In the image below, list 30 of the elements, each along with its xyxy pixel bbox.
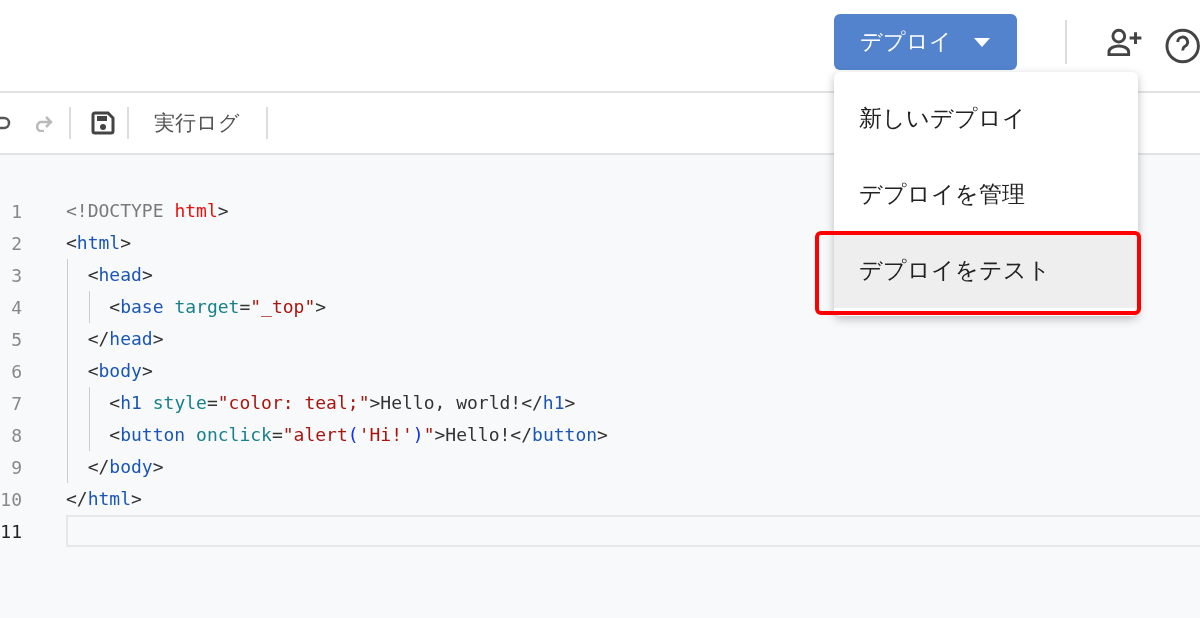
help-icon[interactable] [1164, 28, 1200, 64]
add-person-icon[interactable] [1107, 28, 1143, 56]
line-number: 6 [10, 360, 22, 382]
code-line: <body> [66, 355, 153, 387]
code-line: <!DOCTYPE html> [66, 199, 229, 223]
code-line: <base target="_top"> [66, 291, 327, 323]
line-number: 5 [10, 328, 22, 350]
line-number: 3 [10, 264, 22, 286]
line-number: 2 [10, 232, 22, 254]
code-line: </head> [66, 323, 164, 355]
code-line: </body> [66, 451, 164, 483]
line-number: 8 [10, 424, 22, 446]
line-number: 10 [0, 488, 22, 510]
line-number: 11 [0, 520, 22, 542]
deploy-button[interactable]: デプロイ [834, 14, 1018, 70]
execution-log-button[interactable]: 実行ログ [154, 109, 240, 137]
code-line: <h1 style="color: teal;">Hello, world!</h1> [66, 387, 576, 419]
save-icon[interactable] [91, 111, 115, 135]
menu-item[interactable]: デプロイを管理 [834, 156, 1138, 232]
caret-down-icon [974, 37, 990, 47]
code-line: <head> [66, 259, 153, 291]
line-number: 4 [10, 296, 22, 318]
menu-item[interactable]: 新しいデプロイ [834, 80, 1138, 156]
line-number: 1 [10, 200, 22, 222]
code-line: <button onclick="alert('Hi!')">Hello!</button> [66, 419, 608, 451]
code-line: </html> [66, 487, 142, 511]
line-number: 7 [10, 392, 22, 414]
code-line: <html> [66, 231, 132, 255]
line-number: 9 [10, 456, 22, 478]
menu-item[interactable]: デプロイをテスト [834, 232, 1138, 308]
